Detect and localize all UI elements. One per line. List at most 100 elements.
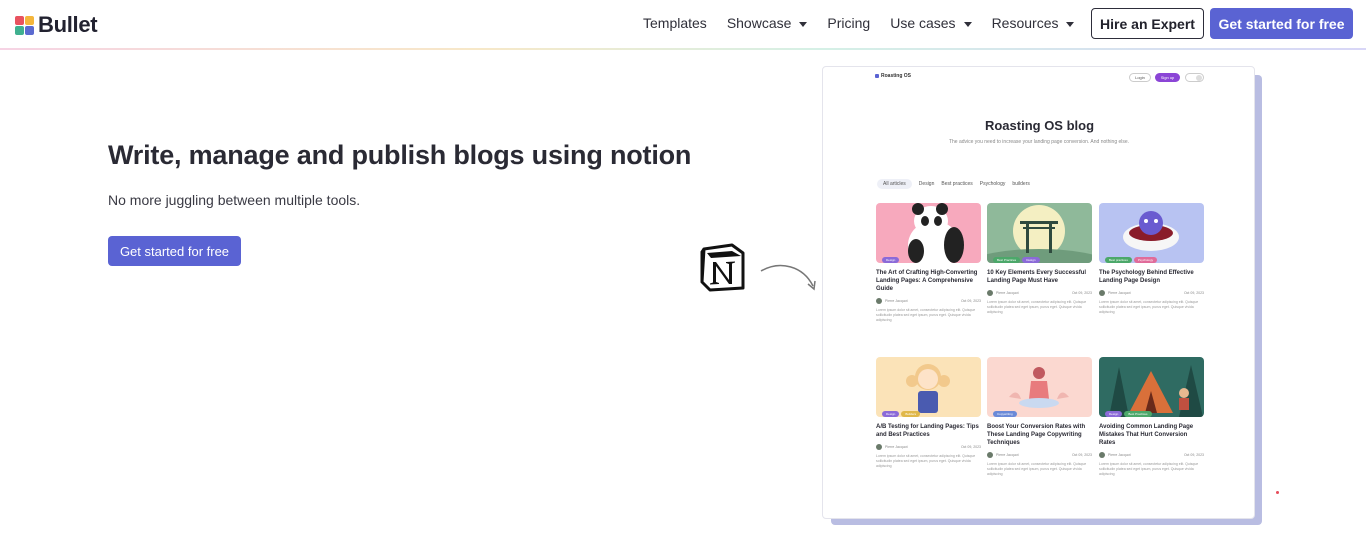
nav-item-label: Showcase (726, 15, 792, 31)
card-tags: Design (882, 257, 900, 263)
preview-blog-description: The advice you need to increase your lan… (948, 139, 1130, 145)
card-date: Oct 09, 2023 (1071, 291, 1092, 295)
chevron-down-icon (1066, 21, 1075, 27)
hero-title: Write, manage and publish blogs using no… (108, 140, 692, 170)
preview-signup-button: Sign up (1155, 73, 1180, 82)
filter-all-articles: All articles (877, 179, 912, 189)
card-image-girl: Design Builders (876, 357, 981, 417)
card-meta: Pierre Jacquot Oct 09, 2023 (987, 290, 1092, 296)
decorative-dot (1276, 491, 1279, 494)
card-excerpt: Lorem ipsum dolor sit amet, consectetur … (1099, 300, 1199, 314)
blog-card: Best practices Psychology The Psychology… (1099, 203, 1204, 315)
blog-preview-screenshot: Roasting OS Login Sign up Roasting OS bl… (822, 66, 1255, 519)
card-date: Oct 09, 2023 (960, 445, 981, 449)
nav-item-label: Use cases (890, 15, 956, 31)
theme-toggle (1185, 73, 1204, 82)
avatar (1099, 452, 1105, 458)
card-author: Pierre Jacquot (996, 291, 1019, 295)
card-title: The Art of Crafting High-Converting Land… (876, 270, 978, 292)
card-image-meditation: Copywriting (987, 357, 1092, 417)
avatar (876, 444, 882, 450)
card-author: Pierre Jacquot (885, 445, 908, 449)
curved-arrow-icon (760, 264, 816, 291)
card-tags: Best practices Psychology (1105, 257, 1158, 263)
avatar (987, 290, 993, 296)
chevron-down-icon (963, 21, 972, 27)
card-date: Oct 09, 2023 (1183, 453, 1204, 457)
nav-item-showcase[interactable]: Showcase (727, 15, 808, 31)
card-tag: Best Practices (993, 257, 1021, 263)
card-image-torii: Best Practices Design (987, 203, 1092, 263)
blog-card: Best Practices Design 10 Key Elements Ev… (987, 203, 1092, 315)
nav-item-resources[interactable]: Resources (992, 15, 1075, 31)
card-image-camping: Design Best Practices (1099, 357, 1204, 417)
chevron-down-icon (799, 21, 808, 27)
card-date: Oct 09, 2023 (960, 299, 981, 303)
card-excerpt: Lorem ipsum dolor sit amet, consectetur … (987, 462, 1087, 476)
nav-item-label: Resources (991, 15, 1059, 31)
card-author: Pierre Jacquot (1108, 291, 1131, 295)
blog-card: Copywriting Boost Your Conversion Rates … (987, 357, 1092, 477)
card-title: Boost Your Conversion Rates with These L… (987, 424, 1086, 446)
card-image-bowl: Best practices Psychology (1099, 203, 1204, 263)
hero-get-started-button[interactable]: Get started for free (108, 236, 241, 266)
card-excerpt: Lorem ipsum dolor sit amet, consectetur … (987, 300, 1087, 314)
card-meta: Pierre Jacquot Oct 09, 2023 (987, 452, 1092, 458)
brand-logo[interactable]: Bullet (15, 12, 98, 38)
card-tag: Builders (901, 411, 921, 417)
brand-name: Bullet (38, 12, 98, 37)
card-tags: Copywriting (993, 411, 1017, 417)
preview-filter-tabs: All articles Design Best practices Psych… (877, 179, 1030, 189)
card-date: Oct 09, 2023 (1183, 291, 1204, 295)
nav-item-label: Pricing (827, 15, 871, 31)
card-tag: Design (1022, 257, 1040, 263)
nav-item-use-cases[interactable]: Use cases (890, 15, 972, 31)
nav-item-pricing[interactable]: Pricing (827, 15, 870, 31)
card-excerpt: Lorem ipsum dolor sit amet, consectetur … (876, 308, 976, 322)
card-tag: Design (882, 411, 900, 417)
notion-icon (700, 243, 745, 292)
nav-divider (0, 48, 1366, 50)
card-title: Avoiding Common Landing Page Mistakes Th… (1099, 424, 1194, 446)
card-tag: Best Practices (1124, 411, 1152, 417)
nav-item-label: Templates (643, 15, 707, 31)
preview-blog-title: Roasting OS blog (984, 118, 1095, 133)
blog-card: Design Builders A/B Testing for Landing … (876, 357, 981, 469)
card-title: The Psychology Behind Effective Landing … (1099, 270, 1194, 284)
card-tag: Psychology (1133, 257, 1158, 263)
nav-item-templates[interactable]: Templates (643, 15, 707, 31)
card-author: Pierre Jacquot (996, 453, 1019, 457)
card-tag: Best practices (1105, 257, 1132, 263)
card-excerpt: Lorem ipsum dolor sit amet, consectetur … (876, 454, 976, 468)
card-title: A/B Testing for Landing Pages: Tips and … (876, 424, 979, 438)
preview-site-name: Roasting OS (881, 73, 912, 79)
preview-site-logo: Roasting OS (875, 73, 911, 79)
filter-design: Design (918, 181, 935, 187)
hire-expert-button[interactable]: Hire an Expert (1091, 8, 1204, 39)
blog-card: Design The Art of Crafting High-Converti… (876, 203, 981, 323)
filter-psychology: Psychology (979, 181, 1006, 187)
preview-login-button: Login (1129, 73, 1151, 82)
avatar (1099, 290, 1105, 296)
card-tags: Design Best Practices (1105, 411, 1152, 417)
bullet-logo-icon (15, 15, 34, 35)
filter-builders: builders (1012, 181, 1030, 187)
blog-card: Design Best Practices Avoiding Common La… (1099, 357, 1204, 477)
card-author: Pierre Jacquot (885, 299, 908, 303)
card-tags: Design Builders (882, 411, 921, 417)
card-image-panda: Design (876, 203, 981, 263)
card-meta: Pierre Jacquot Oct 09, 2023 (1099, 290, 1204, 296)
card-date: Oct 09, 2023 (1071, 453, 1092, 457)
avatar (876, 298, 882, 304)
top-navbar: Bullet Templates Showcase Pricing Use ca… (0, 0, 1366, 49)
main-menu: Templates Showcase Pricing Use cases Res… (643, 0, 1094, 46)
card-excerpt: Lorem ipsum dolor sit amet, consectetur … (1099, 462, 1199, 476)
nav-get-started-button[interactable]: Get started for free (1210, 8, 1353, 39)
card-tag: Copywriting (993, 411, 1017, 417)
card-tags: Best Practices Design (993, 257, 1040, 263)
card-tag: Design (1105, 411, 1123, 417)
card-meta: Pierre Jacquot Oct 09, 2023 (876, 444, 981, 450)
card-meta: Pierre Jacquot Oct 09, 2023 (1099, 452, 1204, 458)
card-meta: Pierre Jacquot Oct 09, 2023 (876, 298, 981, 304)
card-author: Pierre Jacquot (1108, 453, 1131, 457)
